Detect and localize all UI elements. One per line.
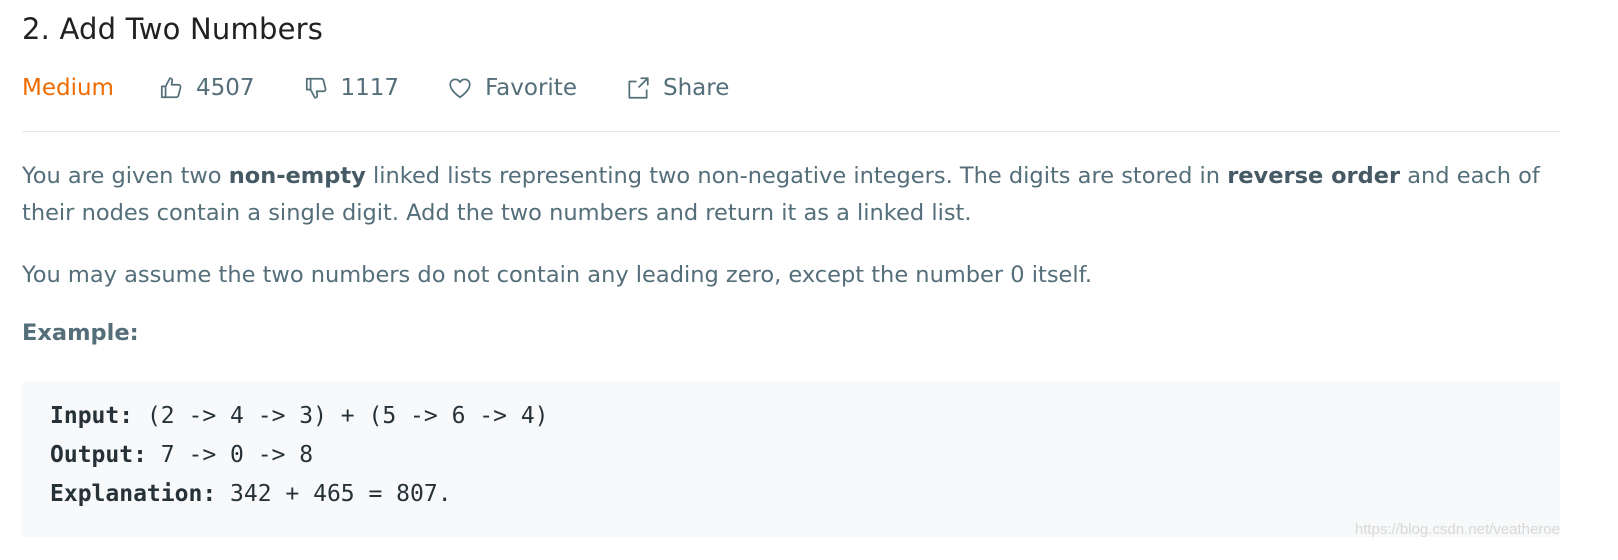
example-input-line: Input: (2 -> 4 -> 3) + (5 -> 6 -> 4) <box>50 403 549 429</box>
dislike-count: 1117 <box>340 75 400 101</box>
input-key: Input: <box>50 403 134 429</box>
heart-icon <box>447 75 473 101</box>
explanation-key: Explanation: <box>50 481 217 507</box>
desc-bold-non-empty: non-empty <box>228 163 366 189</box>
favorite-label: Favorite <box>485 75 577 101</box>
share-icon <box>625 75 651 101</box>
like-count: 4507 <box>195 75 255 101</box>
example-explanation-line: Explanation: 342 + 465 = 807. <box>50 481 452 507</box>
share-button[interactable]: Share <box>625 75 729 101</box>
desc-text: linked lists representing two non-negati… <box>365 163 1228 189</box>
explanation-value: 342 + 465 = 807. <box>216 481 452 507</box>
dislike-button[interactable]: 1117 <box>303 75 400 101</box>
problem-title: 2. Add Two Numbers <box>22 12 324 46</box>
thumbs-down-icon <box>303 75 329 101</box>
watermark: https://blog.csdn.net/veatheroe <box>1354 521 1560 538</box>
difficulty-badge: Medium <box>22 75 114 101</box>
example-code-block: Input: (2 -> 4 -> 3) + (5 -> 6 -> 4) Out… <box>22 381 1560 537</box>
example-heading: Example: <box>22 320 139 346</box>
share-label: Share <box>662 75 730 101</box>
example-output-line: Output: 7 -> 0 -> 8 <box>50 442 313 468</box>
description-paragraph-1: You are given two non-empty linked lists… <box>22 158 1560 232</box>
desc-text: You are given two <box>22 163 229 189</box>
desc-bold-reverse-order: reverse order <box>1227 163 1401 189</box>
input-value: (2 -> 4 -> 3) + (5 -> 6 -> 4) <box>133 403 549 429</box>
favorite-button[interactable]: Favorite <box>447 75 577 101</box>
description-paragraph-2: You may assume the two numbers do not co… <box>22 262 1093 288</box>
thumbs-up-icon <box>158 75 184 101</box>
header-divider <box>22 131 1560 132</box>
output-value: 7 -> 0 -> 8 <box>146 442 314 468</box>
like-button[interactable]: 4507 <box>158 75 255 101</box>
output-key: Output: <box>50 442 147 468</box>
problem-meta-bar: Medium 4507 1117 Favorite Share <box>22 70 777 106</box>
